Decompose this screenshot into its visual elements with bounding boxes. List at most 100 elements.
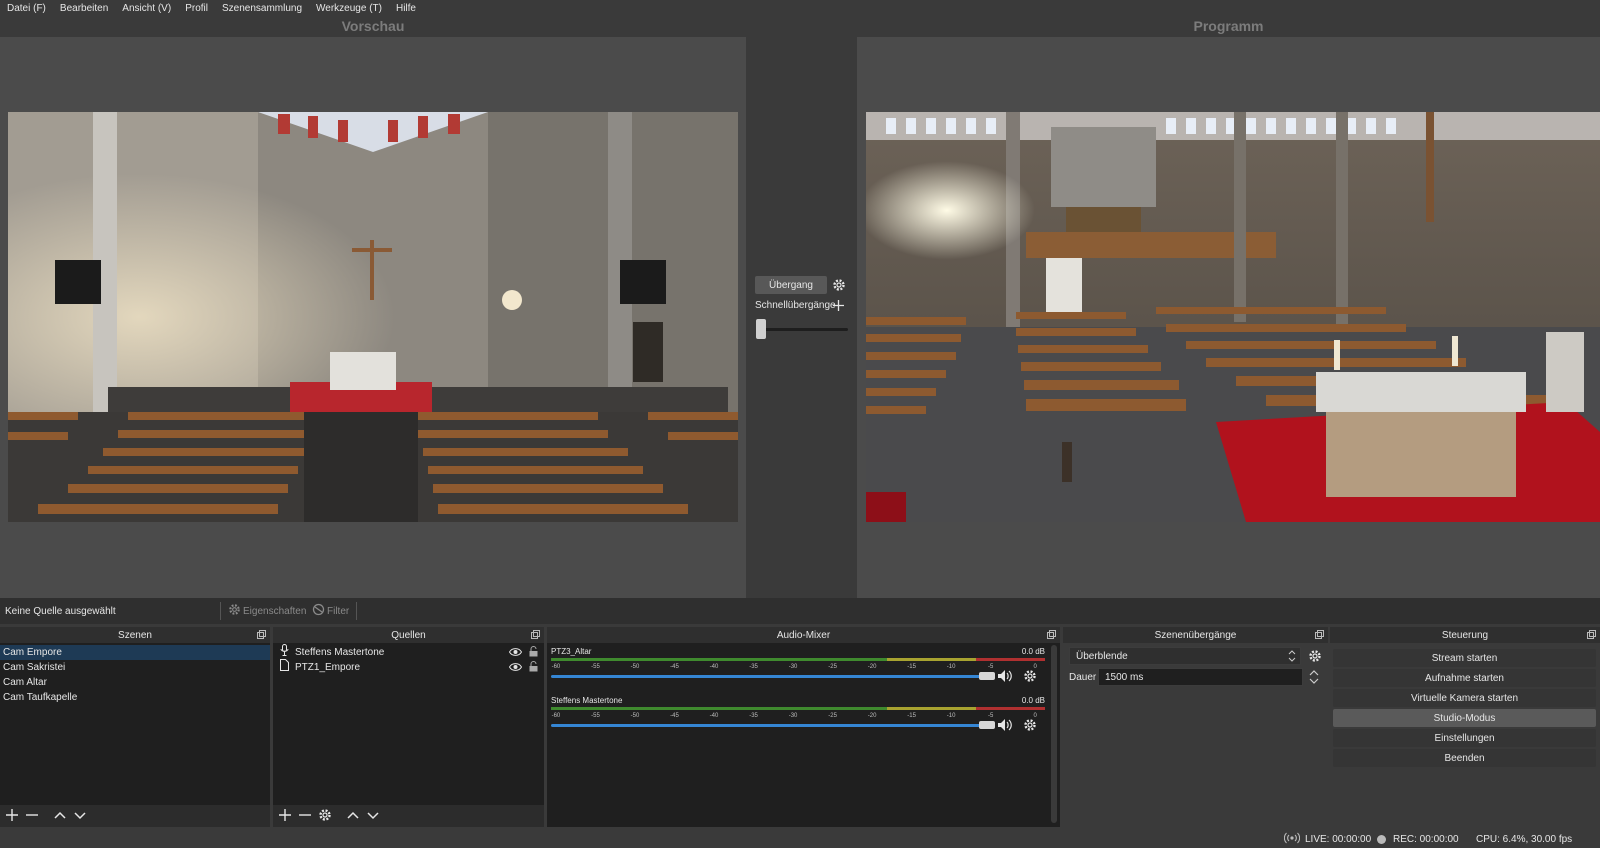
duration-stepper-icon[interactable] <box>1309 669 1319 688</box>
channel-name: PTZ3_Altar <box>551 647 592 656</box>
volume-slider-handle[interactable] <box>979 672 995 680</box>
add-scene-plus-icon[interactable] <box>5 808 19 825</box>
menu-view[interactable]: Ansicht (V) <box>122 3 171 14</box>
menu-scene-collection[interactable]: Szenensammlung <box>222 3 302 14</box>
scene-transitions-body: Überblende Dauer 1500 ms <box>1063 643 1328 827</box>
scene-transitions-dock: Szenenübergänge Überblende Dauer 1500 ms <box>1063 627 1328 827</box>
float-dock-icon[interactable] <box>1315 630 1324 639</box>
properties-button[interactable]: Eigenschaften <box>228 604 306 618</box>
preview-pane[interactable] <box>0 37 746 598</box>
speaker-icon[interactable] <box>997 669 1013 686</box>
move-down-chevron-icon[interactable] <box>366 808 380 825</box>
transition-button[interactable]: Übergang <box>755 276 827 294</box>
live-timer: LIVE: 00:00:00 <box>1305 834 1372 845</box>
start-stream-button[interactable]: Stream starten <box>1333 649 1596 667</box>
filter-label: Filter <box>327 605 350 617</box>
tick-label: -20 <box>867 713 877 719</box>
float-dock-icon[interactable] <box>1587 630 1596 639</box>
start-virtual-camera-button[interactable]: Virtuelle Kamera starten <box>1333 689 1596 707</box>
exit-button[interactable]: Beenden <box>1333 749 1596 767</box>
program-pane[interactable] <box>857 37 1600 598</box>
tick-label: -25 <box>828 664 837 670</box>
scene-transitions-title: Szenenübergänge <box>1154 629 1237 641</box>
filter-icon <box>312 603 325 619</box>
scenes-title-bar: Szenen <box>0 627 270 643</box>
scene-transitions-title-bar: Szenenübergänge <box>1063 627 1328 643</box>
rec-timer: REC: 00:00:00 <box>1393 834 1459 845</box>
menu-edit[interactable]: Bearbeiten <box>60 3 108 14</box>
tick-label: -5 <box>987 713 994 719</box>
duration-value: 1500 ms <box>1105 671 1144 683</box>
visibility-eye-icon[interactable] <box>508 662 523 677</box>
scene-item[interactable]: Cam Sakristei <box>0 660 270 675</box>
settings-button[interactable]: Einstellungen <box>1333 729 1596 747</box>
menu-tools[interactable]: Werkzeuge (T) <box>316 3 382 14</box>
source-item[interactable]: Steffens Mastertone <box>273 644 544 660</box>
remove-source-minus-icon[interactable] <box>298 808 312 825</box>
start-recording-button[interactable]: Aufnahme starten <box>1333 669 1596 687</box>
menu-profile[interactable]: Profil <box>185 3 208 14</box>
add-quick-transition-plus-icon[interactable] <box>832 299 845 312</box>
speaker-icon[interactable] <box>997 718 1013 735</box>
file-icon <box>280 659 289 676</box>
lock-icon[interactable] <box>529 661 538 677</box>
source-item[interactable]: PTZ1_Empore <box>273 659 544 677</box>
tick-label: -50 <box>630 664 640 670</box>
duration-label: Dauer <box>1069 672 1097 683</box>
source-label: PTZ1_Empore <box>295 662 361 673</box>
channel-db: 0.0 dB <box>1021 696 1045 705</box>
sources-list[interactable]: Steffens Mastertone PTZ1_Empore <box>273 643 544 805</box>
float-dock-icon[interactable] <box>531 630 540 639</box>
mixer-scrollbar[interactable] <box>1051 645 1057 823</box>
tick-label: -30 <box>788 664 798 670</box>
no-source-selected-label: Keine Quelle ausgewählt <box>5 606 116 617</box>
transition-gear-icon[interactable] <box>832 278 846 292</box>
tbar-handle[interactable] <box>756 319 766 339</box>
tick-label: -50 <box>630 713 640 719</box>
source-properties-gear-icon[interactable] <box>318 808 332 825</box>
context-divider <box>356 602 357 620</box>
tbar-track[interactable] <box>763 328 848 331</box>
scene-item[interactable]: Cam Altar <box>0 675 270 690</box>
duration-input[interactable]: 1500 ms <box>1098 668 1303 686</box>
studio-mode-button[interactable]: Studio-Modus <box>1333 709 1596 727</box>
source-label: Steffens Mastertone <box>295 647 385 658</box>
updown-chevron-icon <box>1288 650 1296 665</box>
tick-label: -10 <box>946 713 956 719</box>
menu-bar: Datei (F) Bearbeiten Ansicht (V) Profil … <box>0 0 1600 17</box>
float-dock-icon[interactable] <box>1047 630 1056 639</box>
volume-slider-handle[interactable] <box>979 721 995 729</box>
transition-select[interactable]: Überblende <box>1069 647 1301 665</box>
controls-title-bar: Steuerung <box>1330 627 1600 643</box>
filter-button[interactable]: Filter <box>312 603 350 619</box>
move-down-chevron-icon[interactable] <box>73 808 87 825</box>
menu-file[interactable]: Datei (F) <box>7 3 46 14</box>
channel-gear-icon[interactable] <box>1023 718 1037 735</box>
scenes-title: Szenen <box>118 629 152 641</box>
volume-slider-track[interactable] <box>551 724 985 727</box>
tick-label: -35 <box>749 664 758 670</box>
float-dock-icon[interactable] <box>257 630 266 639</box>
tick-label: -60 <box>551 713 561 719</box>
tick-label: -45 <box>670 713 679 719</box>
channel-db: 0.0 dB <box>1021 647 1045 656</box>
channel-gear-icon[interactable] <box>1023 669 1037 686</box>
scene-item[interactable]: Cam Empore <box>0 645 270 660</box>
tick-label: -20 <box>867 664 877 670</box>
move-up-chevron-icon[interactable] <box>346 808 360 825</box>
remove-scene-minus-icon[interactable] <box>25 808 39 825</box>
scene-item[interactable]: Cam Taufkapelle <box>0 690 270 705</box>
gear-icon <box>228 603 241 619</box>
menu-help[interactable]: Hilfe <box>396 3 416 14</box>
audio-mixer-dock: Audio-Mixer PTZ3_Altar 0.0 dB -60 -55 -5… <box>547 627 1060 827</box>
sources-title: Quellen <box>391 629 426 641</box>
transition-settings-gear-icon[interactable] <box>1308 649 1322 666</box>
tick-label: -55 <box>591 713 600 719</box>
tick-label: -40 <box>709 713 719 719</box>
scenes-list[interactable]: Cam Empore Cam Sakristei Cam Altar Cam T… <box>0 643 270 805</box>
tick-label: -25 <box>828 713 837 719</box>
move-up-chevron-icon[interactable] <box>53 808 67 825</box>
add-source-plus-icon[interactable] <box>278 808 292 825</box>
tick-label: -10 <box>946 664 956 670</box>
volume-slider-track[interactable] <box>551 675 985 678</box>
